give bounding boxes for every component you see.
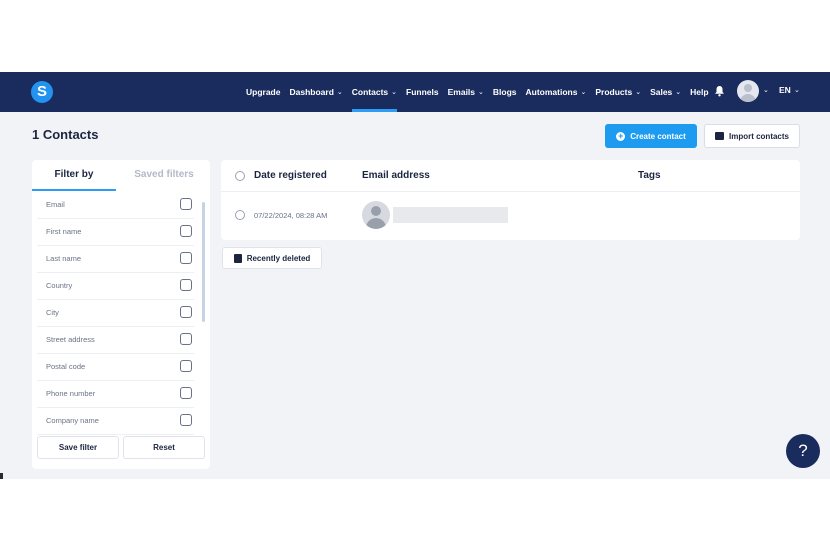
nav-item-contacts[interactable]: Contacts ⌄ bbox=[351, 72, 398, 112]
filter-checkbox[interactable] bbox=[180, 414, 192, 426]
logo-icon[interactable]: S bbox=[31, 81, 53, 103]
nav-item-label: Help bbox=[690, 87, 709, 97]
filter-row-label: Street address bbox=[46, 335, 95, 344]
import-contacts-label: Import contacts bbox=[728, 131, 789, 141]
nav-item-funnels[interactable]: Funnels bbox=[406, 72, 439, 112]
table-header: Date registered Email address Tags bbox=[221, 160, 800, 192]
nav-item-label: Upgrade bbox=[246, 87, 281, 97]
app-window: S Upgrade Dashboard ⌄ Contacts ⌄ Funnels Email… bbox=[0, 72, 830, 479]
nav-item-sales[interactable]: Sales ⌄ bbox=[650, 72, 681, 112]
filter-row-company-name[interactable]: Company name bbox=[37, 408, 194, 435]
nav-item-label: Funnels bbox=[406, 87, 439, 97]
filter-row-street-address[interactable]: Street address bbox=[37, 327, 194, 354]
column-email-address[interactable]: Email address bbox=[362, 170, 430, 181]
filter-row-email[interactable]: Email bbox=[37, 192, 194, 219]
tab-saved-filters[interactable]: Saved filters bbox=[122, 160, 206, 191]
nav-item-automations[interactable]: Automations ⌄ bbox=[526, 72, 587, 112]
window-edge bbox=[0, 473, 3, 479]
create-contact-button[interactable]: + Create contact bbox=[605, 124, 697, 148]
nav-item-label: Dashboard bbox=[289, 87, 334, 97]
chevron-down-icon: ⌄ bbox=[478, 89, 484, 96]
nav-item-dashboard[interactable]: Dashboard ⌄ bbox=[289, 72, 342, 112]
nav-item-help[interactable]: Help bbox=[690, 72, 708, 112]
filter-row-phone-number[interactable]: Phone number bbox=[37, 381, 194, 408]
filter-checkbox[interactable] bbox=[180, 279, 192, 291]
filter-checkbox[interactable] bbox=[180, 198, 192, 210]
filter-tabs: Filter by Saved filters bbox=[32, 160, 210, 191]
save-filter-button[interactable]: Save filter bbox=[37, 436, 119, 459]
filter-row-city[interactable]: City bbox=[37, 300, 194, 327]
chevron-down-icon[interactable]: ⌄ bbox=[763, 86, 769, 94]
avatar-head bbox=[371, 206, 381, 216]
row-select-radio[interactable] bbox=[235, 210, 245, 220]
filter-checkbox[interactable] bbox=[180, 360, 192, 372]
filter-row-postal-code[interactable]: Postal code bbox=[37, 354, 194, 381]
tab-filter-by[interactable]: Filter by bbox=[32, 160, 116, 191]
filter-row-first-name[interactable]: First name bbox=[37, 219, 194, 246]
nav-item-products[interactable]: Products ⌄ bbox=[595, 72, 641, 112]
top-navigation-bar: S Upgrade Dashboard ⌄ Contacts ⌄ Funnels Email… bbox=[0, 72, 830, 112]
page-title: 1 Contacts bbox=[32, 127, 99, 142]
bell-icon[interactable] bbox=[714, 85, 726, 97]
chevron-down-icon: ⌄ bbox=[336, 89, 343, 96]
filter-panel: Filter by Saved filters Email First name L… bbox=[32, 160, 210, 469]
filter-row-country[interactable]: Country bbox=[37, 273, 194, 300]
chevron-down-icon: ⌄ bbox=[635, 89, 642, 96]
nav-item-upgrade[interactable]: Upgrade bbox=[246, 72, 280, 112]
nav-item-label: Automations bbox=[525, 87, 578, 97]
filter-checkbox[interactable] bbox=[180, 387, 192, 399]
filter-row-label: Email bbox=[46, 200, 65, 209]
contacts-table: Date registered Email address Tags 07/22… bbox=[221, 160, 800, 240]
nav-item-label: Emails bbox=[447, 87, 476, 97]
filter-checkbox[interactable] bbox=[180, 333, 192, 345]
nav-item-label: Blogs bbox=[492, 87, 517, 97]
filter-scrollbar[interactable] bbox=[202, 202, 205, 322]
avatar-body bbox=[366, 218, 386, 229]
filter-checkbox[interactable] bbox=[180, 225, 192, 237]
reset-button[interactable]: Reset bbox=[123, 436, 205, 459]
nav-item-blogs[interactable]: Blogs bbox=[493, 72, 517, 112]
cell-date-registered: 07/22/2024, 08:28 AM bbox=[254, 211, 328, 220]
filter-row-last-name[interactable]: Last name bbox=[37, 246, 194, 273]
cell-email-redacted bbox=[393, 207, 508, 223]
filter-field-list: Email First name Last name Country City Stree… bbox=[37, 192, 227, 435]
nav-item-label: Contacts bbox=[351, 87, 389, 97]
main-nav: Upgrade Dashboard ⌄ Contacts ⌄ Funnels Emails ⌄… bbox=[246, 72, 718, 112]
recently-deleted-label: Recently deleted bbox=[246, 253, 311, 263]
user-avatar[interactable] bbox=[737, 80, 759, 102]
filter-checkbox[interactable] bbox=[180, 252, 192, 264]
filter-row-label: Postal code bbox=[46, 362, 86, 371]
column-tags[interactable]: Tags bbox=[638, 170, 661, 181]
filter-row-label: Phone number bbox=[46, 389, 96, 398]
nav-item-label: Sales bbox=[650, 87, 673, 97]
select-all-radio[interactable] bbox=[235, 171, 245, 181]
nav-item-label: Products bbox=[595, 87, 633, 97]
filter-row-label: City bbox=[46, 308, 59, 317]
trash-icon bbox=[233, 253, 242, 263]
filter-row-label: Country bbox=[46, 281, 73, 290]
chevron-down-icon[interactable]: ⌄ bbox=[794, 86, 800, 94]
chevron-down-icon: ⌄ bbox=[675, 89, 682, 96]
avatar-body bbox=[740, 94, 756, 102]
avatar-head bbox=[744, 84, 752, 92]
column-date-registered[interactable]: Date registered bbox=[254, 170, 327, 181]
chevron-down-icon: ⌄ bbox=[580, 89, 587, 96]
import-contacts-button[interactable]: Import contacts bbox=[704, 124, 800, 148]
filter-checkbox[interactable] bbox=[180, 306, 192, 318]
nav-item-emails[interactable]: Emails ⌄ bbox=[448, 72, 484, 112]
contact-avatar bbox=[362, 201, 390, 229]
filter-row-label: First name bbox=[46, 227, 82, 236]
create-contact-label: Create contact bbox=[630, 131, 686, 141]
chevron-down-icon: ⌄ bbox=[391, 89, 398, 96]
filter-row-label: Last name bbox=[46, 254, 82, 263]
filter-row-label: Company name bbox=[46, 416, 99, 425]
language-selector[interactable]: EN bbox=[779, 85, 791, 95]
recently-deleted-button[interactable]: Recently deleted bbox=[222, 247, 322, 269]
contact-card-icon bbox=[714, 132, 724, 140]
help-button[interactable]: ? bbox=[786, 434, 820, 468]
plus-icon: + bbox=[616, 130, 626, 141]
